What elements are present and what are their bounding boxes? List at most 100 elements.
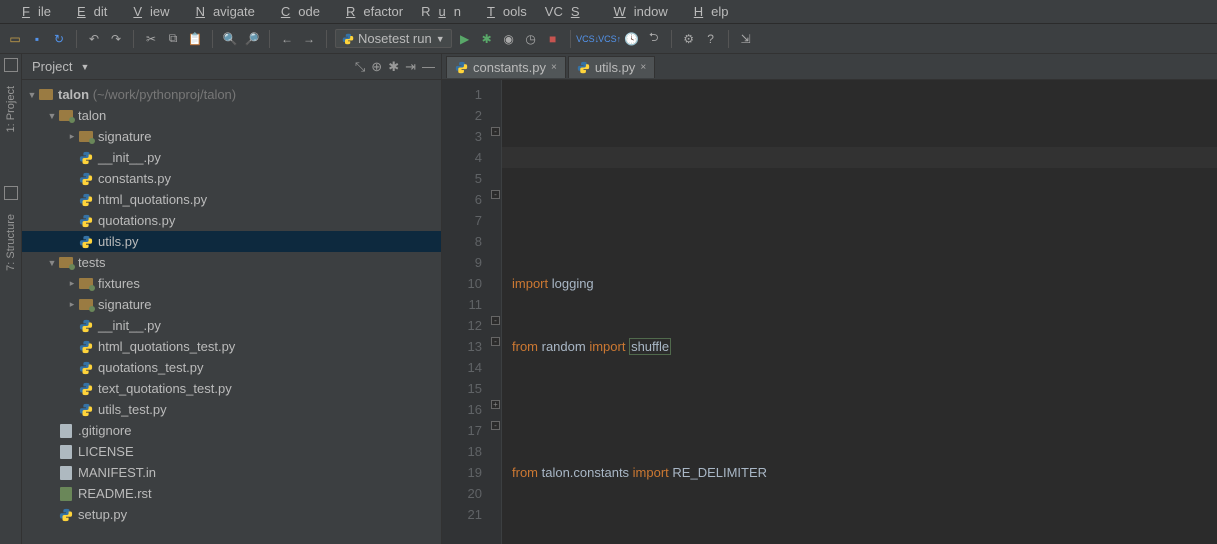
python-icon [342, 33, 354, 45]
tree-file[interactable]: html_quotations.py [22, 189, 441, 210]
vcs-history-icon[interactable]: 🕓 [623, 30, 641, 48]
vcs-commit-icon[interactable]: VCS↑ [601, 30, 619, 48]
redo-icon[interactable]: ↷ [107, 30, 125, 48]
python-icon [577, 61, 590, 74]
run-icon[interactable]: ▶ [456, 30, 474, 48]
menu-file[interactable]: File [6, 2, 59, 21]
tree-file[interactable]: quotations.py [22, 210, 441, 231]
menu-help[interactable]: Help [678, 2, 737, 21]
editor-tabs: constants.py×utils.py× [442, 54, 1217, 80]
menu-vcs[interactable]: VCS [537, 2, 596, 21]
instant-run-icon[interactable]: ⇲ [737, 30, 755, 48]
tree-file[interactable]: README.rst [22, 483, 441, 504]
tree-file[interactable]: setup.py [22, 504, 441, 525]
separator [326, 30, 327, 48]
tree-file[interactable]: text_quotations_test.py [22, 378, 441, 399]
project-tool-label[interactable]: 1: Project [3, 82, 19, 136]
code-body[interactable]: # coding:utf-8 import logging from rando… [502, 80, 1217, 544]
menu-edit[interactable]: Edit [61, 2, 115, 21]
menu-refactor[interactable]: Refactor [330, 2, 411, 21]
fold-marker[interactable]: - [491, 127, 500, 136]
fold-marker[interactable]: + [491, 400, 500, 409]
separator [570, 30, 571, 48]
tree-pkg-signature2[interactable]: ▸signature [22, 294, 441, 315]
menu-navigate[interactable]: Navigate [180, 2, 263, 21]
coverage-icon[interactable]: ◉ [500, 30, 518, 48]
target-icon[interactable]: ⊕ [371, 59, 382, 75]
fold-marker[interactable]: - [491, 316, 500, 325]
tree-file[interactable]: utils_test.py [22, 399, 441, 420]
find-icon[interactable]: 🔍 [221, 30, 239, 48]
menu-tools[interactable]: Tools [471, 2, 535, 21]
project-panel: Project ▼ ⤡ ⊕ ✱ ⇥ — ▼talon (~/work/pytho… [22, 54, 442, 544]
chevron-down-icon: ▼ [436, 34, 445, 44]
panel-header: Project ▼ ⤡ ⊕ ✱ ⇥ — [22, 54, 441, 80]
separator [269, 30, 270, 48]
open-icon[interactable]: ▭ [6, 30, 24, 48]
paste-icon[interactable]: 📋 [186, 30, 204, 48]
settings-icon[interactable]: ⚙ [680, 30, 698, 48]
menu-code[interactable]: Code [265, 2, 328, 21]
tree-file-selected[interactable]: utils.py [22, 231, 441, 252]
collapse-icon[interactable]: ⤡ [355, 59, 365, 75]
gear-icon[interactable]: ✱ [388, 59, 399, 75]
tree-pkg-fixtures[interactable]: ▸fixtures [22, 273, 441, 294]
toolbar: ▭ ▪ ↻ ↶ ↷ ✂ ⧉ 📋 🔍 🔎 ← → Nosetest run ▼ ▶… [0, 24, 1217, 54]
fold-marker[interactable]: - [491, 421, 500, 430]
separator [76, 30, 77, 48]
vcs-revert-icon[interactable]: ⮌ [645, 30, 663, 48]
tree-file[interactable]: html_quotations_test.py [22, 336, 441, 357]
help-icon[interactable]: ? [702, 30, 720, 48]
cut-icon[interactable]: ✂ [142, 30, 160, 48]
separator [212, 30, 213, 48]
menu-run[interactable]: Run [413, 2, 469, 21]
menu-window[interactable]: Window [598, 2, 676, 21]
mode-dropdown[interactable]: ▼ [80, 62, 89, 72]
separator [728, 30, 729, 48]
separator [133, 30, 134, 48]
left-tool-strip: 1: Project 7: Structure [0, 54, 22, 544]
tree-file[interactable]: .gitignore [22, 420, 441, 441]
more-icon[interactable]: ⇥ [405, 59, 416, 75]
tree-pkg-tests[interactable]: ▼tests [22, 252, 441, 273]
sync-icon[interactable]: ↻ [50, 30, 68, 48]
undo-icon[interactable]: ↶ [85, 30, 103, 48]
python-icon [455, 61, 468, 74]
tree-file[interactable]: LICENSE [22, 441, 441, 462]
back-icon[interactable]: ← [278, 30, 296, 48]
vcs-update-icon[interactable]: VCS↓ [579, 30, 597, 48]
save-icon[interactable]: ▪ [28, 30, 46, 48]
editor-tab[interactable]: utils.py× [568, 56, 655, 78]
profile-icon[interactable]: ◷ [522, 30, 540, 48]
tree-root[interactable]: ▼talon (~/work/pythonproj/talon) [22, 84, 441, 105]
close-tab-icon[interactable]: × [551, 62, 557, 73]
fold-marker[interactable]: - [491, 190, 500, 199]
tree-pkg-talon[interactable]: ▼talon [22, 105, 441, 126]
editor-tab[interactable]: constants.py× [446, 56, 566, 78]
structure-tool-label[interactable]: 7: Structure [3, 210, 19, 275]
hide-icon[interactable]: — [422, 59, 435, 75]
panel-title: Project [32, 59, 72, 74]
gutter: 123456789101112131415161718192021 [442, 80, 490, 544]
tree-file[interactable]: __init__.py [22, 147, 441, 168]
run-config-dropdown[interactable]: Nosetest run ▼ [335, 29, 452, 48]
run-config-label: Nosetest run [358, 31, 432, 46]
tree-file[interactable]: quotations_test.py [22, 357, 441, 378]
project-tool-icon[interactable] [4, 58, 18, 72]
editor: constants.py×utils.py× 12345678910111213… [442, 54, 1217, 544]
forward-icon[interactable]: → [300, 30, 318, 48]
menu-view[interactable]: View [117, 2, 177, 21]
copy-icon[interactable]: ⧉ [164, 30, 182, 48]
code-area[interactable]: 123456789101112131415161718192021 - - - … [442, 80, 1217, 544]
stop-icon[interactable]: ■ [544, 30, 562, 48]
tree-file[interactable]: MANIFEST.in [22, 462, 441, 483]
separator [671, 30, 672, 48]
tree-file[interactable]: constants.py [22, 168, 441, 189]
replace-icon[interactable]: 🔎 [243, 30, 261, 48]
structure-tool-icon[interactable] [4, 186, 18, 200]
close-tab-icon[interactable]: × [640, 62, 646, 73]
fold-marker[interactable]: - [491, 337, 500, 346]
tree-file[interactable]: __init__.py [22, 315, 441, 336]
tree-pkg-signature[interactable]: ▸signature [22, 126, 441, 147]
debug-icon[interactable]: ✱ [478, 30, 496, 48]
